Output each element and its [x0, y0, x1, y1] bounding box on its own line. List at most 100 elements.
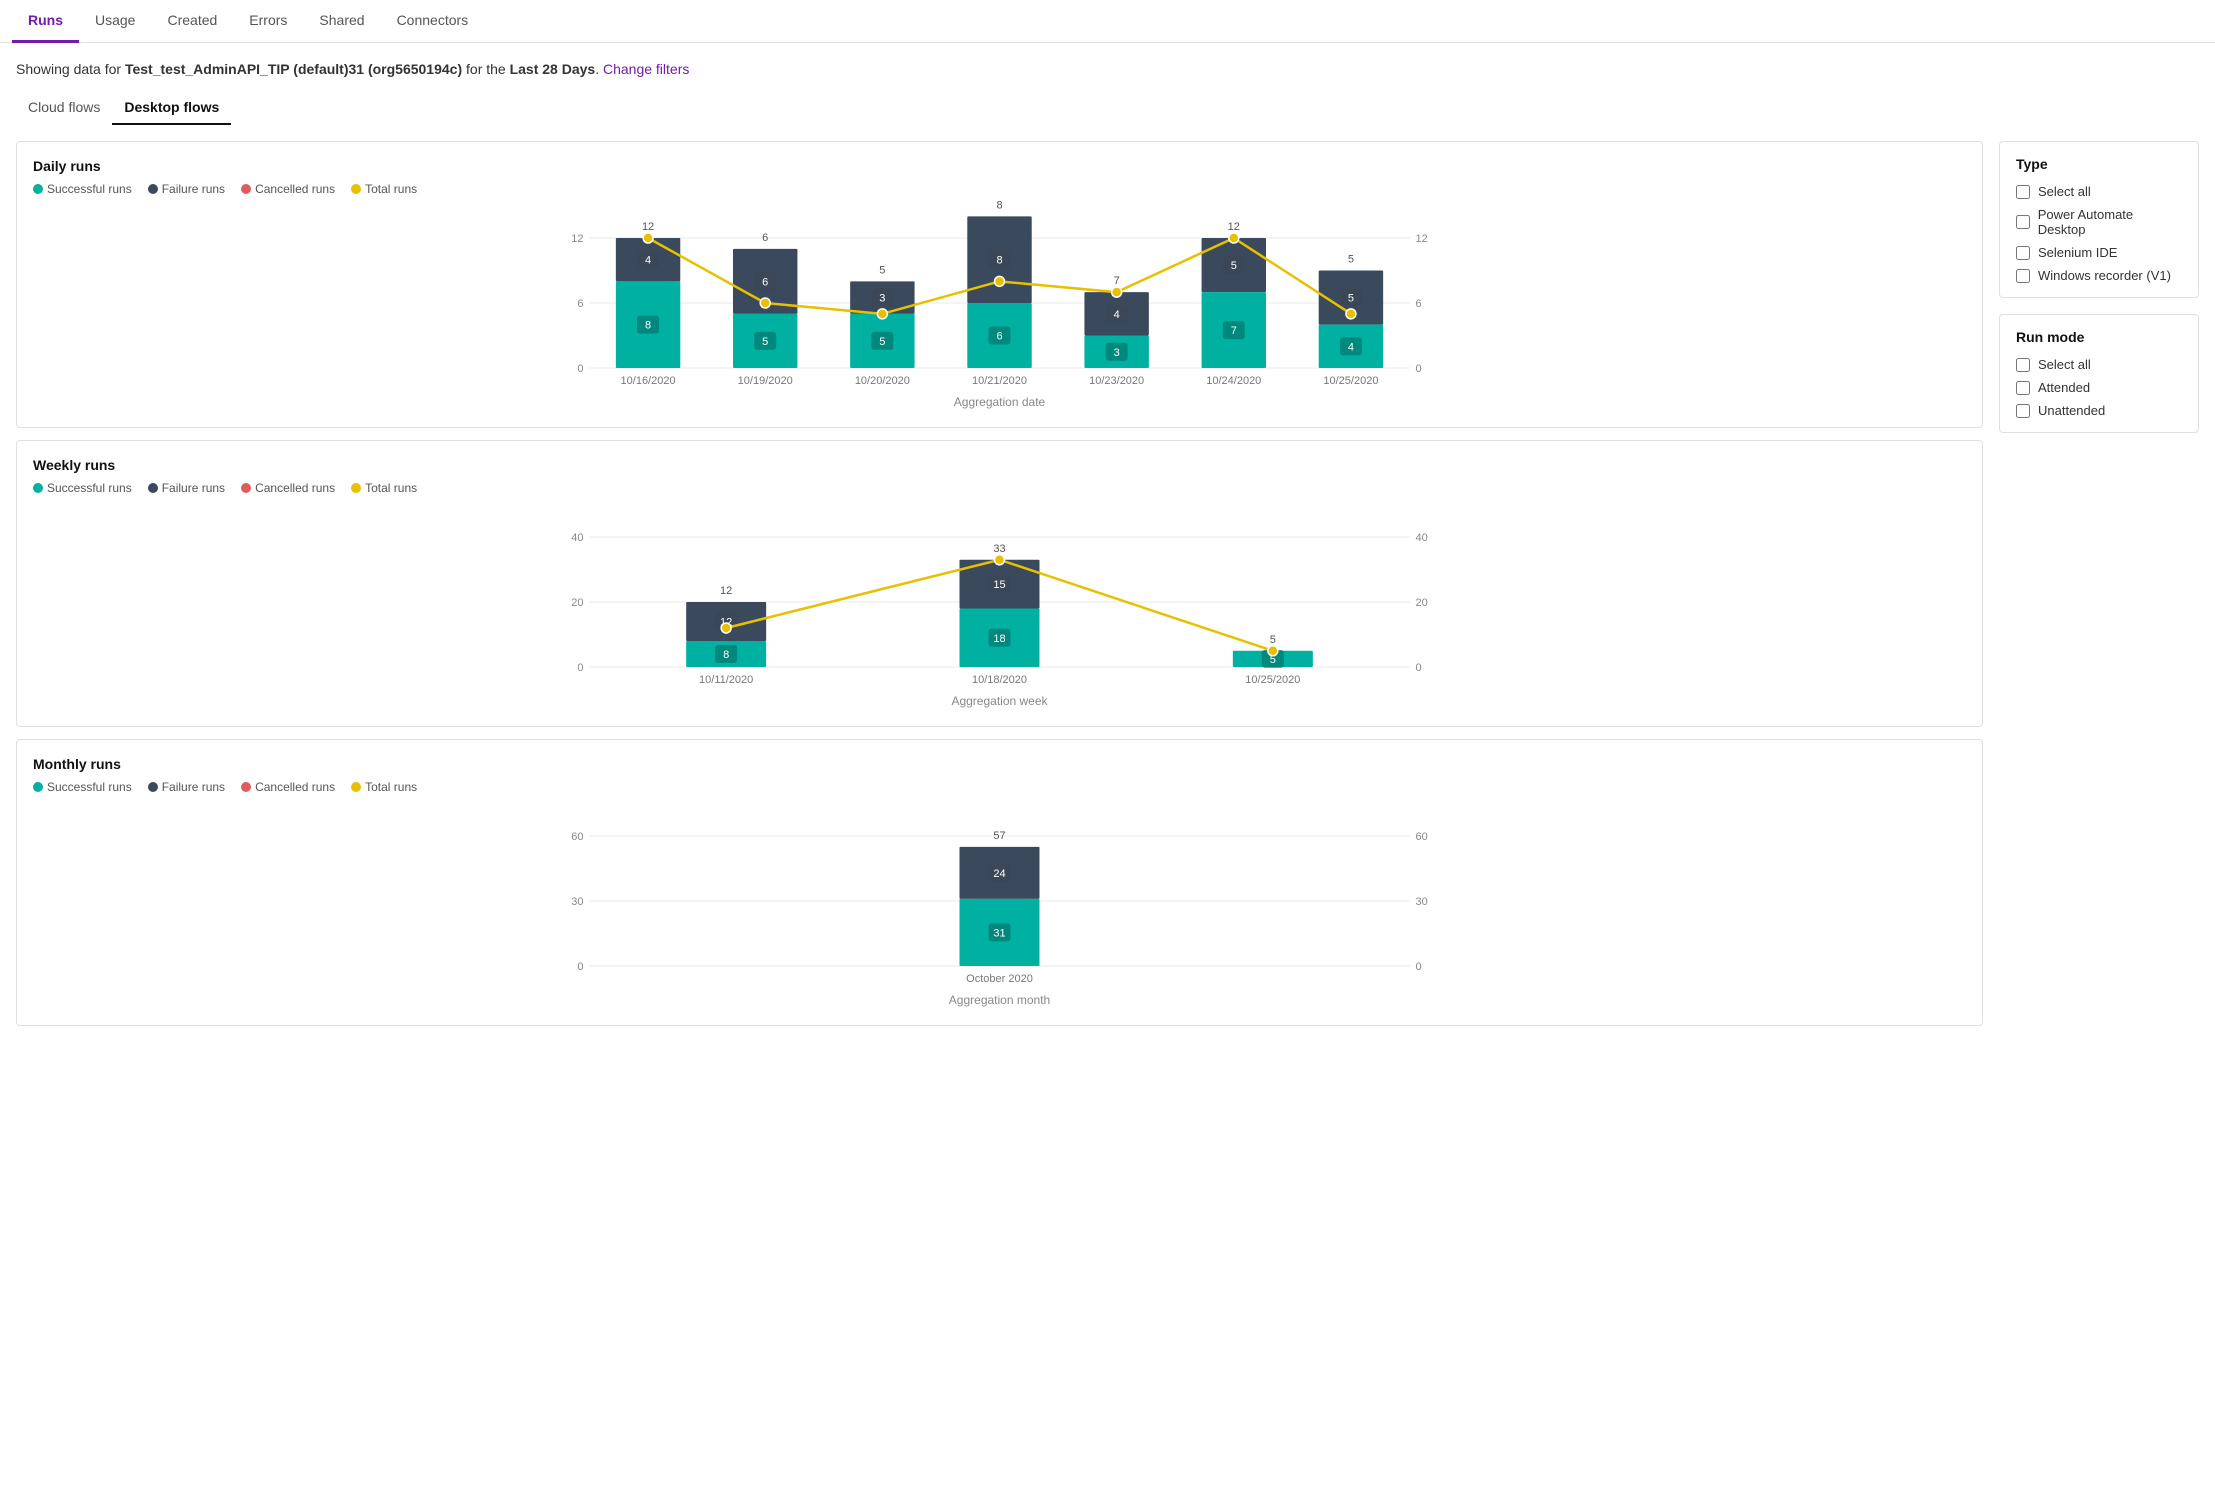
- mlegend-failure: Failure runs: [148, 780, 225, 794]
- svg-text:12: 12: [642, 221, 654, 233]
- legend-total-dot: [351, 184, 361, 194]
- svg-text:5: 5: [1231, 260, 1237, 272]
- type-panel-title: Type: [2016, 156, 2182, 172]
- wlegend-total: Total runs: [351, 481, 417, 495]
- type-checkbox-group: Select all Power Automate Desktop Selenium…: [2016, 184, 2182, 283]
- svg-text:33: 33: [993, 543, 1005, 555]
- svg-text:5: 5: [879, 336, 885, 348]
- svg-text:5: 5: [1270, 634, 1276, 646]
- svg-text:24: 24: [993, 868, 1005, 880]
- daily-runs-title: Daily runs: [33, 158, 1966, 174]
- weekly-runs-chart: 00202040401281210/11/202015183310/18/202…: [33, 507, 1966, 707]
- svg-text:7: 7: [1231, 325, 1237, 337]
- legend-cancelled: Cancelled runs: [241, 182, 335, 196]
- svg-text:5: 5: [879, 264, 885, 276]
- wlegend-successful: Successful runs: [33, 481, 132, 495]
- svg-text:60: 60: [1416, 831, 1428, 843]
- svg-text:3: 3: [879, 293, 885, 305]
- svg-text:Aggregation month: Aggregation month: [949, 993, 1050, 1007]
- daily-runs-chart: 00661212481210/16/202065610/19/202035510…: [33, 208, 1966, 408]
- legend-failure-dot: [148, 184, 158, 194]
- type-option-3[interactable]: Windows recorder (V1): [2016, 268, 2182, 283]
- flow-tabs: Cloud flowsDesktop flows: [0, 91, 2215, 141]
- mlegend-successful: Successful runs: [33, 780, 132, 794]
- type-option-1[interactable]: Power Automate Desktop: [2016, 207, 2182, 237]
- sidebar-column: Type Select allPower Automate DesktopSel…: [1999, 141, 2199, 1026]
- daily-runs-card: Daily runs Successful runs Failure runs …: [16, 141, 1983, 428]
- monthly-runs-chart: 0030306060243157October 2020Aggregation …: [33, 806, 1966, 1006]
- svg-text:18: 18: [993, 633, 1005, 645]
- legend-failure-label: Failure runs: [162, 182, 225, 196]
- weekly-runs-card: Weekly runs Successful runs Failure runs…: [16, 440, 1983, 727]
- legend-successful-dot: [33, 184, 43, 194]
- svg-text:10/25/2020: 10/25/2020: [1323, 375, 1378, 387]
- svg-text:0: 0: [577, 961, 583, 973]
- svg-text:October 2020: October 2020: [966, 973, 1033, 985]
- flow-tab-cloud-flows[interactable]: Cloud flows: [16, 91, 112, 125]
- info-suffix: .: [595, 61, 603, 77]
- type-option-0[interactable]: Select all: [2016, 184, 2182, 199]
- flow-tab-desktop-flows[interactable]: Desktop flows: [112, 91, 231, 125]
- run-mode-panel: Run mode Select all Attended Unattended: [1999, 314, 2199, 433]
- legend-successful: Successful runs: [33, 182, 132, 196]
- svg-text:0: 0: [1416, 662, 1422, 674]
- svg-text:5: 5: [762, 336, 768, 348]
- runmode-option-2[interactable]: Unattended: [2016, 403, 2182, 418]
- svg-text:10/19/2020: 10/19/2020: [738, 375, 793, 387]
- svg-text:6: 6: [1416, 298, 1422, 310]
- svg-text:6: 6: [577, 298, 583, 310]
- runmode-option-1[interactable]: Attended: [2016, 380, 2182, 395]
- monthly-runs-title: Monthly runs: [33, 756, 1966, 772]
- svg-text:0: 0: [577, 363, 583, 375]
- svg-text:8: 8: [645, 320, 651, 332]
- svg-text:15: 15: [993, 579, 1005, 591]
- change-filters-link[interactable]: Change filters: [603, 61, 689, 77]
- svg-text:3: 3: [1114, 347, 1120, 359]
- svg-text:0: 0: [1416, 363, 1422, 375]
- wlegend-cancelled: Cancelled runs: [241, 481, 335, 495]
- svg-text:10/23/2020: 10/23/2020: [1089, 375, 1144, 387]
- mlegend-cancelled: Cancelled runs: [241, 780, 335, 794]
- svg-text:8: 8: [996, 255, 1002, 267]
- svg-text:31: 31: [993, 927, 1005, 939]
- svg-text:10/24/2020: 10/24/2020: [1206, 375, 1261, 387]
- nav-tab-connectors[interactable]: Connectors: [381, 0, 485, 43]
- nav-tab-shared[interactable]: Shared: [303, 0, 380, 43]
- svg-text:30: 30: [571, 896, 583, 908]
- nav-tab-created[interactable]: Created: [151, 0, 233, 43]
- nav-tab-usage[interactable]: Usage: [79, 0, 151, 43]
- weekly-runs-legend: Successful runs Failure runs Cancelled r…: [33, 481, 1966, 495]
- legend-failure: Failure runs: [148, 182, 225, 196]
- charts-column: Daily runs Successful runs Failure runs …: [16, 141, 1983, 1026]
- type-option-2[interactable]: Selenium IDE: [2016, 245, 2182, 260]
- nav-tab-errors[interactable]: Errors: [233, 0, 303, 43]
- weekly-runs-title: Weekly runs: [33, 457, 1966, 473]
- legend-total-label: Total runs: [365, 182, 417, 196]
- monthly-runs-legend: Successful runs Failure runs Cancelled r…: [33, 780, 1966, 794]
- svg-text:20: 20: [571, 597, 583, 609]
- svg-text:12: 12: [1416, 233, 1428, 245]
- wlegend-failure: Failure runs: [148, 481, 225, 495]
- svg-text:10/21/2020: 10/21/2020: [972, 375, 1027, 387]
- svg-text:30: 30: [1416, 896, 1428, 908]
- svg-text:5: 5: [1348, 254, 1354, 266]
- runmode-option-0[interactable]: Select all: [2016, 357, 2182, 372]
- monthly-runs-card: Monthly runs Successful runs Failure run…: [16, 739, 1983, 1026]
- info-middle: for the: [462, 61, 509, 77]
- legend-cancelled-dot: [241, 184, 251, 194]
- svg-text:7: 7: [1114, 275, 1120, 287]
- info-prefix: Showing data for: [16, 61, 125, 77]
- legend-cancelled-label: Cancelled runs: [255, 182, 335, 196]
- svg-text:Aggregation date: Aggregation date: [954, 395, 1046, 409]
- runmode-checkbox-group: Select all Attended Unattended: [2016, 357, 2182, 418]
- nav-tabs: RunsUsageCreatedErrorsSharedConnectors: [0, 0, 2215, 43]
- svg-text:10/18/2020: 10/18/2020: [972, 674, 1027, 686]
- nav-tab-runs[interactable]: Runs: [12, 0, 79, 43]
- svg-text:5: 5: [1348, 293, 1354, 305]
- info-bar: Showing data for Test_test_AdminAPI_TIP …: [0, 43, 2215, 91]
- svg-text:4: 4: [645, 255, 651, 267]
- svg-text:8: 8: [723, 649, 729, 661]
- svg-text:10/20/2020: 10/20/2020: [855, 375, 910, 387]
- run-mode-panel-title: Run mode: [2016, 329, 2182, 345]
- svg-text:0: 0: [577, 662, 583, 674]
